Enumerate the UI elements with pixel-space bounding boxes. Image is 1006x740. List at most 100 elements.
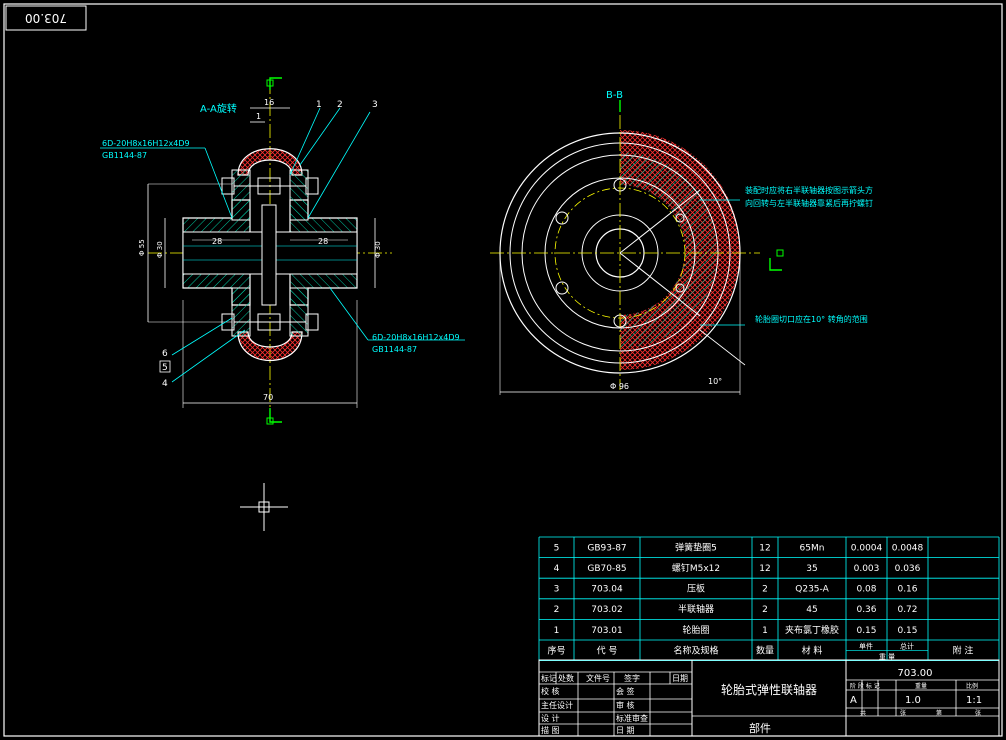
parts-header-total: 总计 [900,642,914,651]
parts-row-total_wt: 0.0048 [892,543,924,553]
parts-header-qty: 数量 [756,644,774,656]
parts-row-unit_wt: 0.08 [856,585,876,595]
parts-row-material: 65Mn [800,543,825,553]
role-review: 审 核 [616,700,635,710]
right-section-view: B-B 装配时应将右半联轴器按图示箭头方 向回转与左半联轴器靠紧后再拧螺钉 轮胎… [490,90,873,395]
dim-angle: 10° [708,377,722,386]
parts-row-no: 3 [554,585,560,595]
rev-h-sign: 签字 [624,673,640,683]
dim-70: 70 [263,393,273,402]
balloon-4: 4 [162,379,168,389]
role-check: 校 核 [541,686,560,696]
parts-row-name: 弹簧垫圈5 [675,541,717,553]
parts-row-code: 703.01 [591,626,623,636]
balloon-6: 6 [162,349,168,359]
parts-row-unit_wt: 0.0004 [851,543,883,553]
parts-row-code: 703.02 [591,605,623,615]
dim-phi30-left: Φ 30 [156,241,164,258]
cad-drawing-canvas: 703.00 A-A旋转 6D-20H8x16H12x4D9 GB1144-87… [3,3,1003,737]
drawing-category: 部件 [749,721,771,735]
drawing-number: 703.00 [898,668,933,679]
left-section-view: A-A旋转 6D-20H8x16H12x4D9 GB1144-87 6D-20H… [100,77,465,425]
dim-28-right: 28 [318,237,328,246]
drawing-border [3,3,1003,737]
sheet-label-no: 第 [936,709,942,717]
rev-h-count: 处数 [558,673,574,683]
parts-row-name: 螺钉M5x12 [672,563,720,574]
parts-row-qty: 12 [759,564,770,574]
weight-header: 重量 [915,682,927,690]
parts-row-unit_wt: 0.003 [854,564,880,574]
parts-row-no: 2 [554,605,560,615]
stage-header: 阶 段 标 记 [850,682,880,690]
parts-row-qty: 2 [762,605,768,615]
scale-value: 1:1 [966,695,982,706]
scale-header: 比例 [966,682,978,690]
parts-row-material: 35 [806,564,817,574]
crosshair-cursor-icon [240,483,288,531]
parts-row-qty: 1 [762,626,768,636]
parts-header-no: 序号 [547,644,565,656]
dim-phi55: Φ 55 [138,239,146,256]
parts-row-name: 压板 [687,583,705,595]
parts-row-material: 45 [806,605,817,615]
assembly-note-2: 向回转与左半联轴器靠紧后再拧螺钉 [745,198,873,208]
dim-diameter: Φ 96 [610,382,629,391]
parts-row-total_wt: 0.16 [897,585,917,595]
tire-cut-note: 轮胎圈切口应在10° 转角的范围 [755,314,868,324]
parts-header-material: 材 料 [802,644,823,656]
parts-row-name: 轮胎圈 [682,624,709,636]
sheet-label-total: 共 [860,709,866,717]
balloon-5: 5 [162,363,168,373]
sheet-label-zhang2: 张 [975,709,981,717]
rev-h-mark: 标记 [541,673,557,683]
parts-row-total_wt: 0.15 [897,626,917,636]
parts-row-code: 703.04 [591,585,623,595]
drawing-title: 轮胎式弹性联轴器 [721,682,817,697]
sheet-label-zhang1: 张 [900,709,906,717]
role-chief: 主任设计 [541,700,573,710]
parts-list: 5 GB93-87 弹簧垫圈5 12 65Mn 0.0004 0.00484 GB70-85 螺… [538,536,1000,661]
parts-row-no: 4 [554,564,560,574]
parts-row-code: GB93-87 [587,543,626,553]
dim-16: 16 [264,98,274,107]
parts-row-qty: 2 [762,585,768,595]
rev-h-doc: 文件号 [586,673,610,683]
parts-row-unit_wt: 0.15 [856,626,876,636]
parts-header-remark: 附 注 [953,644,974,656]
parts-row-name: 半联轴器 [678,603,714,615]
parts-row-no: 1 [554,626,560,636]
spline-spec-top: 6D-20H8x16H12x4D9 [102,139,190,148]
stage-value: A [850,695,857,706]
title-block: 标记 处数 文件号 签字 日期 校 核 主任设计 设 计 描 图 会 签 审 核… [538,659,1000,737]
standard-top: GB1144-87 [102,151,147,160]
corner-number-box: 703.00 [5,5,87,31]
parts-row-total_wt: 0.036 [895,564,921,574]
parts-row-material: Q235-A [795,585,829,595]
parts-row-code: GB70-85 [587,564,626,574]
parts-row-qty: 12 [759,543,770,553]
parts-row-no: 5 [554,543,560,553]
balloon-1: 1 [316,100,322,110]
weight-value: 1.0 [905,695,921,706]
left-view-title: A-A旋转 [200,102,237,115]
parts-row-material: 夹布氯丁橡胶 [785,624,839,636]
parts-header-code: 代 号 [597,645,618,656]
parts-header-name: 名称及规格 [673,644,718,656]
corner-drawing-number: 703.00 [25,11,67,25]
role-design: 设 计 [541,713,560,723]
dim-phi30-right: Φ 30 [374,241,382,258]
dim-1: 1 [256,112,261,121]
parts-row-total_wt: 0.72 [897,605,917,615]
balloon-3: 3 [372,100,378,110]
balloon-2: 2 [337,100,343,110]
role-trace: 描 图 [541,725,560,735]
right-view-title: B-B [606,90,623,101]
role-countersign: 会 签 [616,686,635,696]
standard-bottom: GB1144-87 [372,345,417,354]
parts-header-unit: 单件 [859,642,873,651]
role-date: 日 期 [616,726,635,735]
parts-row-unit_wt: 0.36 [856,605,876,615]
assembly-note-1: 装配时应将右半联轴器按图示箭头方 [745,185,873,195]
rev-h-date: 日期 [672,674,688,683]
